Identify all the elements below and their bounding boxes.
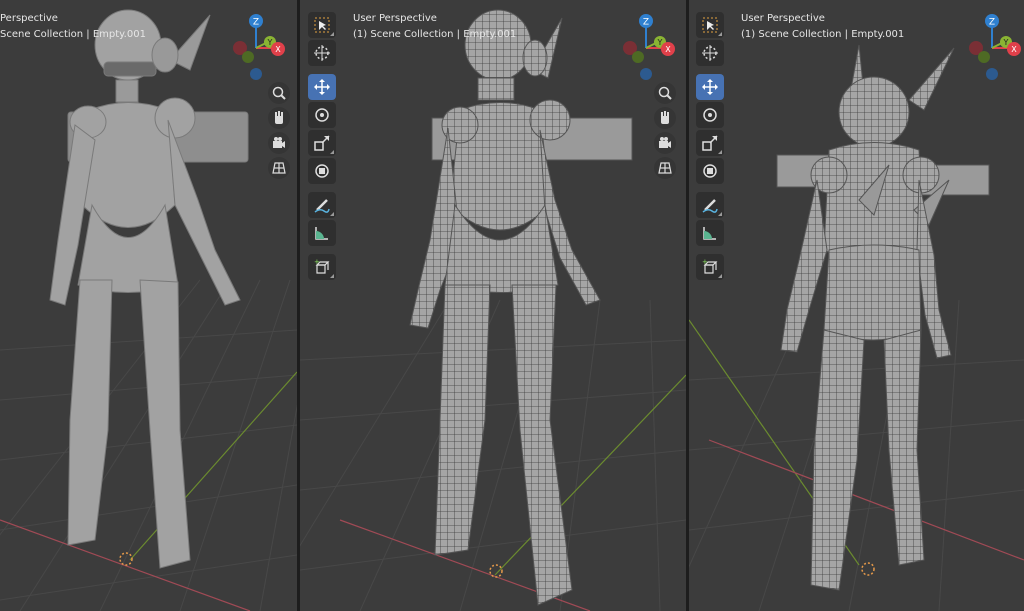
nav-controls xyxy=(268,82,290,182)
viewport-left[interactable]: Perspective Scene Collection | Empty.001… xyxy=(0,0,297,611)
gizmo-y-label: Y xyxy=(657,38,663,47)
select-box-tool[interactable] xyxy=(696,12,724,38)
viewport-right[interactable]: User Perspective (1) Scene Collection | … xyxy=(689,0,1024,611)
gizmo-z-label: Z xyxy=(253,18,259,28)
gizmo-x-label: X xyxy=(665,45,671,54)
cursor-tool[interactable] xyxy=(308,40,336,66)
svg-text:+: + xyxy=(314,259,320,266)
cursor-tool[interactable] xyxy=(696,40,724,66)
gizmo-y-label: Y xyxy=(267,38,273,47)
scale-tool[interactable] xyxy=(308,130,336,156)
nav-controls xyxy=(654,82,676,182)
character-model-solid[interactable] xyxy=(0,0,297,611)
hand-pan-icon[interactable] xyxy=(654,107,676,129)
grid-view-icon[interactable] xyxy=(654,157,676,179)
character-model-wireframe[interactable] xyxy=(300,0,686,611)
measure-tool[interactable] xyxy=(696,220,724,246)
add-cube-tool[interactable]: + xyxy=(696,254,724,280)
grid-view-icon[interactable] xyxy=(268,157,290,179)
gizmo-neg-y-icon xyxy=(242,51,254,63)
viewport-perspective-label: Perspective xyxy=(0,13,58,24)
gizmo-z-label: Z xyxy=(643,18,649,28)
toolbar: + xyxy=(308,12,338,282)
navigation-gizmo[interactable]: Z Y X xyxy=(618,12,678,82)
svg-text:+: + xyxy=(702,259,708,266)
scale-tool[interactable] xyxy=(696,130,724,156)
toolbar: + xyxy=(696,12,726,282)
rotate-tool[interactable] xyxy=(308,102,336,128)
navigation-gizmo[interactable]: Z Y X xyxy=(228,12,288,82)
transform-tool[interactable] xyxy=(696,158,724,184)
zoom-icon[interactable] xyxy=(654,82,676,104)
viewport-perspective-label: User Perspective xyxy=(741,13,825,24)
add-cube-tool[interactable]: + xyxy=(308,254,336,280)
gizmo-x-label: X xyxy=(275,45,281,54)
gizmo-neg-z-icon xyxy=(986,68,998,80)
annotate-tool[interactable] xyxy=(696,192,724,218)
character-model-wireframe-back[interactable] xyxy=(689,0,1024,611)
annotate-tool[interactable] xyxy=(308,192,336,218)
gizmo-neg-z-icon xyxy=(640,68,652,80)
move-tool[interactable] xyxy=(696,74,724,100)
gizmo-y-label: Y xyxy=(1003,38,1009,47)
hand-pan-icon[interactable] xyxy=(268,107,290,129)
navigation-gizmo[interactable]: Z Y X xyxy=(964,12,1024,82)
measure-tool[interactable] xyxy=(308,220,336,246)
viewport-collection-label: Scene Collection | Empty.001 xyxy=(0,28,146,40)
gizmo-x-label: X xyxy=(1011,45,1017,54)
camera-icon[interactable] xyxy=(268,132,290,154)
viewport-collection-label: (1) Scene Collection | Empty.001 xyxy=(353,28,517,40)
gizmo-neg-y-icon xyxy=(632,51,644,63)
viewport-collection-label: (1) Scene Collection | Empty.001 xyxy=(741,28,905,40)
gizmo-neg-z-icon xyxy=(250,68,262,80)
camera-icon[interactable] xyxy=(654,132,676,154)
rotate-tool[interactable] xyxy=(696,102,724,128)
select-box-tool[interactable] xyxy=(308,12,336,38)
gizmo-neg-y-icon xyxy=(978,51,990,63)
transform-tool[interactable] xyxy=(308,158,336,184)
viewport-perspective-label: User Perspective xyxy=(353,13,437,24)
zoom-icon[interactable] xyxy=(268,82,290,104)
gizmo-z-label: Z xyxy=(989,18,995,28)
move-tool[interactable] xyxy=(308,74,336,100)
viewport-middle[interactable]: User Perspective (1) Scene Collection | … xyxy=(300,0,686,611)
